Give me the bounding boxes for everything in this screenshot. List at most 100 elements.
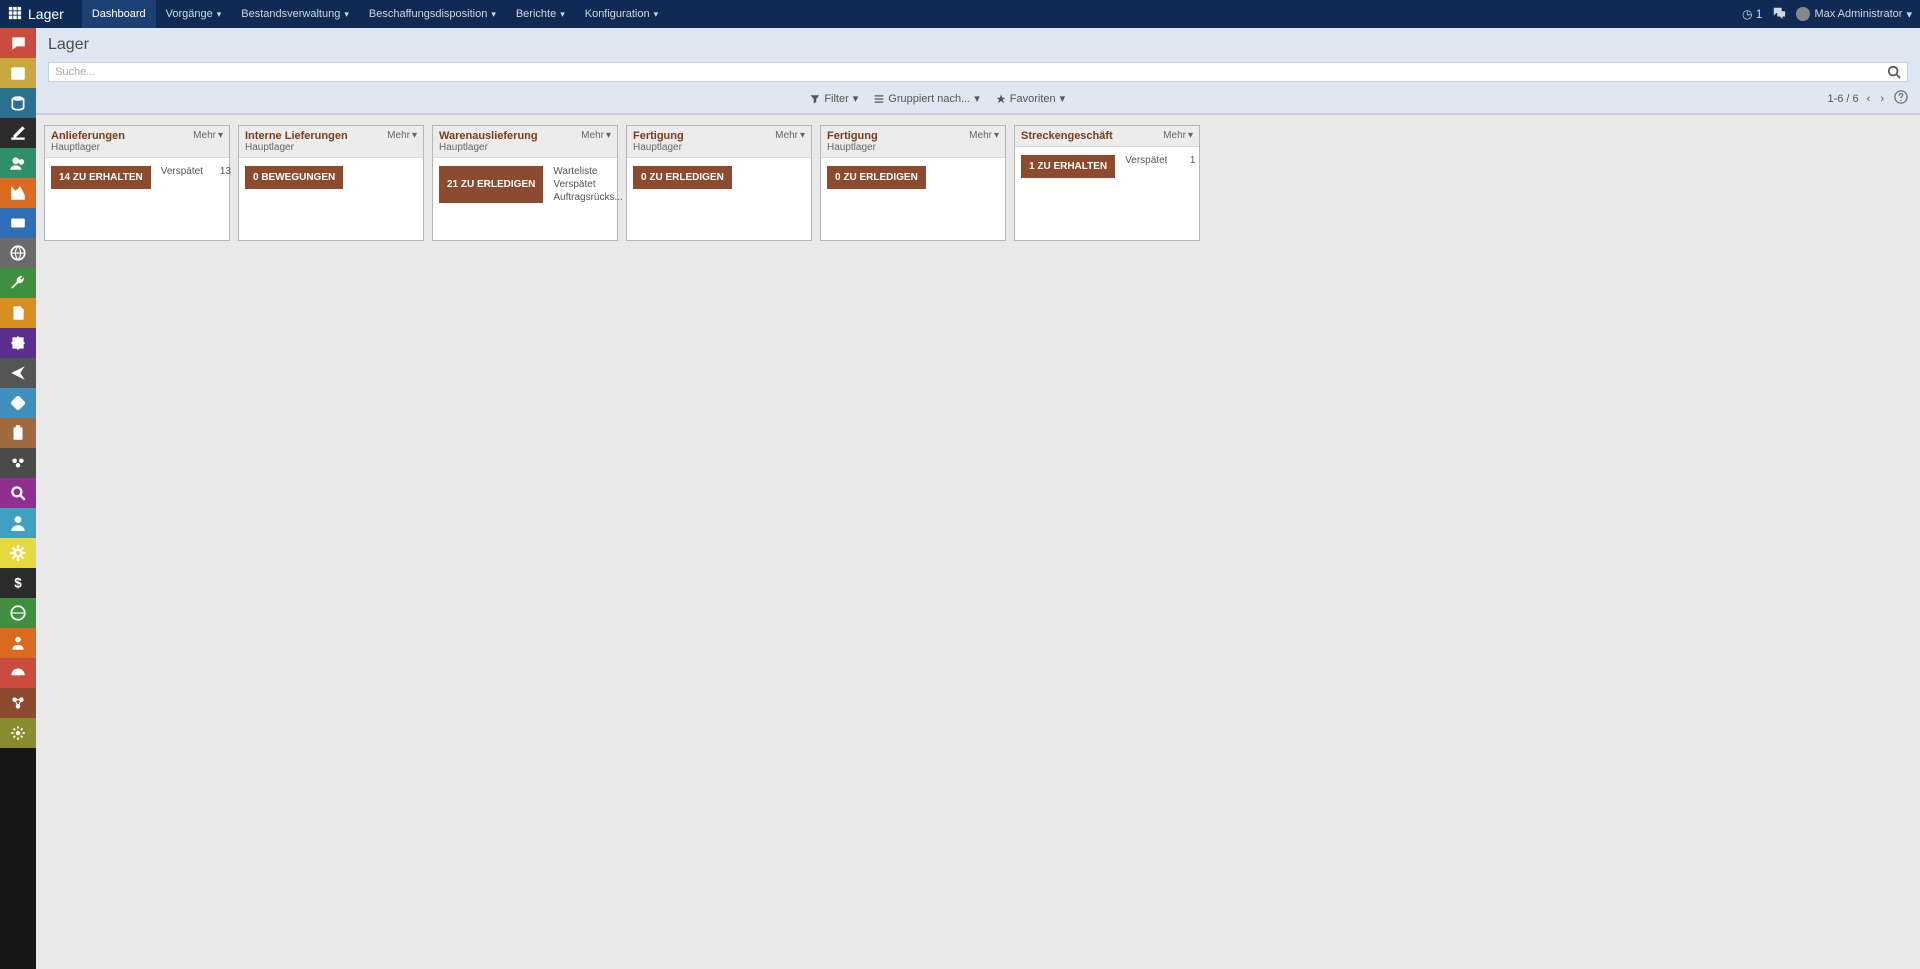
card-header: WarenauslieferungHauptlager Mehr▾ <box>433 126 617 158</box>
pager-text: 1-6 / 6 <box>1827 93 1858 105</box>
user-name: Max Administrator <box>1814 8 1902 20</box>
search-input[interactable] <box>48 62 1908 82</box>
card-more-button[interactable]: Mehr▾ <box>775 130 805 141</box>
rail-calendar-icon[interactable] <box>0 58 36 88</box>
rail-billing-icon[interactable]: $ <box>0 568 36 598</box>
card-header: AnlieferungenHauptlager Mehr▾ <box>45 126 229 158</box>
user-menu[interactable]: Max Administrator ▾ <box>1796 7 1912 21</box>
chat-icon[interactable] <box>1772 6 1786 23</box>
rail-globe-icon[interactable] <box>0 238 36 268</box>
nav-konfiguration[interactable]: Konfiguration▾ <box>575 0 668 28</box>
card-more-button[interactable]: Mehr▾ <box>581 130 611 141</box>
card-title[interactable]: Anlieferungen <box>51 130 125 142</box>
groupby-button[interactable]: Gruppiert nach... ▾ <box>874 92 979 105</box>
kanban-card: FertigungHauptlagerMehr▾ 0 ZU ERLEDIGEN <box>820 125 1006 241</box>
rail-data-icon[interactable] <box>0 88 36 118</box>
filter-label: Filter <box>824 93 848 105</box>
filter-button[interactable]: Filter ▾ <box>810 92 858 105</box>
card-header: FertigungHauptlager Mehr▾ <box>627 126 811 158</box>
rail-dashboard-red-icon[interactable] <box>0 658 36 688</box>
rail-analytics-icon[interactable] <box>0 178 36 208</box>
rail-modules-icon[interactable] <box>0 328 36 358</box>
card-more-button[interactable]: Mehr▾ <box>1163 130 1193 141</box>
caret-down-icon: ▾ <box>218 130 223 141</box>
card-stat-label: Warteliste <box>553 166 597 177</box>
search-icon[interactable] <box>1882 62 1906 82</box>
card-stat-row[interactable]: Verspätet1 <box>1125 155 1195 166</box>
card-header: Streckengeschäft Mehr▾ <box>1015 126 1199 147</box>
card-action-button[interactable]: 0 ZU ERLEDIGEN <box>633 166 732 189</box>
card-more-label: Mehr <box>387 130 410 141</box>
pager-prev-icon[interactable]: ‹ <box>1865 93 1873 105</box>
card-body: 0 BEWEGUNGEN <box>239 158 423 197</box>
rail-people-icon[interactable] <box>0 628 36 658</box>
card-title[interactable]: Fertigung <box>633 130 684 142</box>
nav-vorgänge[interactable]: Vorgänge▾ <box>156 0 232 28</box>
rail-notes-icon[interactable] <box>0 118 36 148</box>
card-stat-label: Verspätet <box>553 179 595 190</box>
card-action-button[interactable]: 0 BEWEGUNGEN <box>245 166 343 189</box>
apps-grid-icon[interactable] <box>8 6 22 23</box>
kanban-card: Streckengeschäft Mehr▾ 1 ZU ERHALTEN Verspä… <box>1014 125 1200 241</box>
favorites-button[interactable]: Favoriten ▾ <box>996 92 1065 105</box>
kanban-card: Interne LieferungenHauptlagerMehr▾0 BEWE… <box>238 125 424 241</box>
card-more-label: Mehr <box>193 130 216 141</box>
card-subtitle: Hauptlager <box>51 142 125 153</box>
rail-world-icon[interactable] <box>0 598 36 628</box>
card-stat-row[interactable]: Verspätet13 <box>161 166 231 177</box>
rail-config-icon[interactable] <box>0 718 36 748</box>
caret-down-icon: ▾ <box>560 9 565 20</box>
rail-documents-icon[interactable] <box>0 298 36 328</box>
help-icon[interactable] <box>1894 90 1908 107</box>
card-title[interactable]: Warenauslieferung <box>439 130 538 142</box>
kanban-board: AnlieferungenHauptlagerMehr▾14 ZU ERHALT… <box>36 115 1920 251</box>
caret-down-icon: ▾ <box>606 130 611 141</box>
card-stat-label: Verspätet <box>1125 155 1167 166</box>
card-more-button[interactable]: Mehr▾ <box>387 130 417 141</box>
rail-settings-yellow-icon[interactable] <box>0 538 36 568</box>
card-more-button[interactable]: Mehr▾ <box>969 130 999 141</box>
rail-clipboard-icon[interactable] <box>0 418 36 448</box>
rail-send-icon[interactable] <box>0 358 36 388</box>
card-subtitle: Hauptlager <box>439 142 538 153</box>
toolbar: Filter ▾ Gruppiert nach... ▾ Favoriten ▾… <box>36 86 1920 114</box>
rail-integration-icon[interactable] <box>0 688 36 718</box>
card-action-button[interactable]: 1 ZU ERHALTEN <box>1021 155 1115 178</box>
card-action-button[interactable]: 0 ZU ERLEDIGEN <box>827 166 926 189</box>
pager-next-icon[interactable]: › <box>1878 93 1886 105</box>
search-wrap <box>36 62 1920 86</box>
card-stats: Verspätet13 <box>161 166 231 189</box>
rail-maintenance-icon[interactable] <box>0 268 36 298</box>
clock-icon[interactable]: ◷ 1 <box>1742 7 1763 21</box>
card-stat-value: 13 <box>213 166 231 177</box>
rail-tickets-icon[interactable] <box>0 388 36 418</box>
rail-payments-icon[interactable] <box>0 208 36 238</box>
card-header: FertigungHauptlagerMehr▾ <box>821 126 1005 158</box>
favorites-label: Favoriten <box>1010 93 1056 105</box>
kanban-card: AnlieferungenHauptlager Mehr▾ 14 ZU ERHALT… <box>44 125 230 241</box>
card-title[interactable]: Fertigung <box>827 130 878 142</box>
topnav-menu: DashboardVorgänge▾Bestandsverwaltung▾Bes… <box>82 0 668 28</box>
card-title[interactable]: Streckengeschäft <box>1021 130 1113 142</box>
nav-berichte[interactable]: Berichte▾ <box>506 0 575 28</box>
card-subtitle: Hauptlager <box>633 142 684 153</box>
card-more-button[interactable]: Mehr▾ <box>193 130 223 141</box>
nav-bestandsverwaltung[interactable]: Bestandsverwaltung▾ <box>231 0 359 28</box>
nav-beschaffungsdisposition[interactable]: Beschaffungsdisposition▾ <box>359 0 506 28</box>
rail-hr-icon[interactable] <box>0 508 36 538</box>
rail-search-user-icon[interactable] <box>0 478 36 508</box>
nav-label: Konfiguration <box>585 8 650 20</box>
nav-dashboard[interactable]: Dashboard <box>82 0 156 28</box>
rail-contacts-icon[interactable] <box>0 148 36 178</box>
card-action-button[interactable]: 14 ZU ERHALTEN <box>51 166 151 189</box>
caret-down-icon: ▾ <box>344 9 349 20</box>
card-more-label: Mehr <box>1163 130 1186 141</box>
kanban-card: WarenauslieferungHauptlager Mehr▾ 21 ZU ER… <box>432 125 618 241</box>
rail-messaging-icon[interactable] <box>0 28 36 58</box>
rail-groups-icon[interactable] <box>0 448 36 478</box>
card-action-button[interactable]: 21 ZU ERLEDIGEN <box>439 166 543 203</box>
card-stats: Verspätet1 <box>1125 155 1195 178</box>
main: Lager Filter ▾ Gruppiert nach... ▾ <box>36 28 1920 251</box>
topnav: Lager DashboardVorgänge▾Bestandsverwaltu… <box>0 0 1920 28</box>
card-title[interactable]: Interne Lieferungen <box>245 130 348 142</box>
